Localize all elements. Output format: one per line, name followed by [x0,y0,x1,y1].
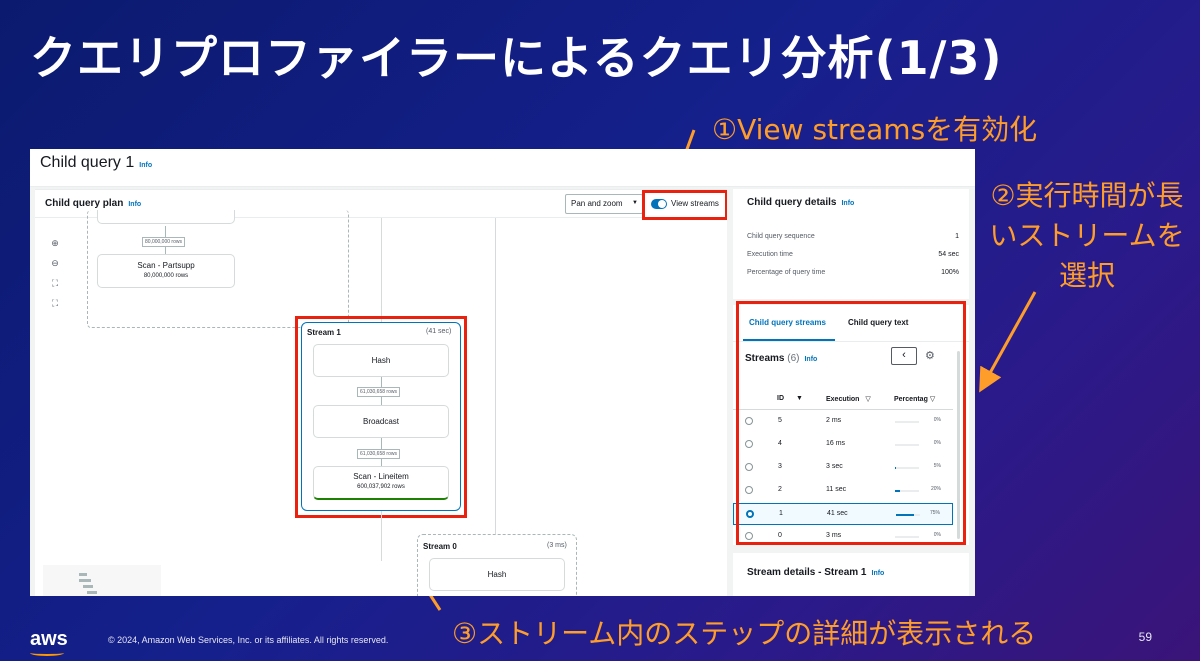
details-info-link[interactable]: Info [841,200,854,207]
scan-lineitem-node[interactable]: Scan - Lineitem 600,037,902 rows [313,466,449,500]
copyright: © 2024, Amazon Web Services, Inc. or its… [108,635,389,645]
minimap-graphic [79,573,97,594]
plan-title-text: Child query plan [45,198,124,209]
stream-0-time: (3 ms) [547,542,567,549]
rows-label: 61,030,658 rows [357,449,400,459]
fit-view-icon[interactable]: ⛶ [47,278,63,298]
details-label: Execution time [747,251,793,258]
expand-icon[interactable]: ⛶ [47,298,63,318]
highlight-view-streams [642,190,728,220]
guide-line [381,218,382,328]
stream-details-info-link[interactable]: Info [872,570,885,577]
aws-smile-icon [30,650,64,656]
node-label: Scan - Lineitem [353,472,409,481]
details-label: Percentage of query time [747,269,826,276]
node-rows: 600,037,902 rows [357,484,405,490]
stream-1-title: Stream 1 [307,328,341,337]
rows-label: 61,030,658 rows [357,387,400,397]
details-label: Child query sequence [747,233,815,240]
zoom-out-icon[interactable]: ⊖ [47,258,63,278]
arrow-2 [979,291,1037,393]
scan-partsupp-node[interactable]: Scan - Partsupp 80,000,000 rows [97,254,235,288]
plan-title: Child query plan Info [45,198,141,209]
node-label: Scan - Partsupp [137,261,195,270]
details-title-text: Child query details [747,197,837,208]
details-value: 100% [941,269,959,276]
details-row: Child query sequence 1 [747,233,959,240]
details-title: Child query details Info [747,197,854,208]
child-query-details: Child query details Info Child query sequ… [733,189,969,299]
info-link[interactable]: Info [139,162,152,169]
edge [381,511,382,561]
stream-details: Stream details - Stream 1 Info [733,553,969,596]
stream-details-title-text: Stream details - Stream 1 [747,567,867,578]
details-row: Execution time 54 sec [747,251,959,258]
pan-zoom-label: Pan and zoom [571,199,623,208]
plan-info-link[interactable]: Info [128,201,141,208]
page-number: 59 [1138,630,1152,644]
node-rows: 80,000,000 rows [143,273,189,279]
upper-node-partial[interactable] [97,210,235,224]
zoom-in-icon[interactable]: ⊕ [47,238,63,258]
stream-details-title: Stream details - Stream 1 Info [747,567,884,578]
highlight-streams-panel [736,301,966,545]
aws-logo: aws [30,628,68,650]
caret-down-icon: ▼ [632,200,638,206]
zoom-tools: ⊕ ⊖ ⛶ ⛶ [47,238,63,318]
query-plan-panel: Child query plan Info Pan and zoom ▼ View … [35,189,728,596]
hash-node[interactable]: Hash [313,344,449,377]
minimap[interactable] [43,565,161,596]
details-value: 54 sec [938,251,959,258]
page-title-text: Child query 1 [40,154,135,171]
node-label: Broadcast [362,417,400,426]
stream-0-hash-node[interactable]: Hash [429,558,565,591]
details-value: 1 [955,233,959,240]
node-label: Hash [487,570,507,579]
details-row: Percentage of query time 100% [747,269,959,276]
console-screenshot: Child query 1 Info Child query plan Info P… [30,149,975,596]
page-title: Child query 1 Info [40,154,152,172]
stream-1-time: (41 sec) [426,328,452,335]
pan-zoom-select[interactable]: Pan and zoom ▼ [565,194,643,214]
broadcast-node[interactable]: Broadcast [313,405,449,438]
console-header: Child query 1 Info [30,149,975,187]
stream-0-title: Stream 0 [423,542,457,551]
node-label: Hash [371,356,391,365]
rows-label: 80,000,000 rows [142,237,185,247]
